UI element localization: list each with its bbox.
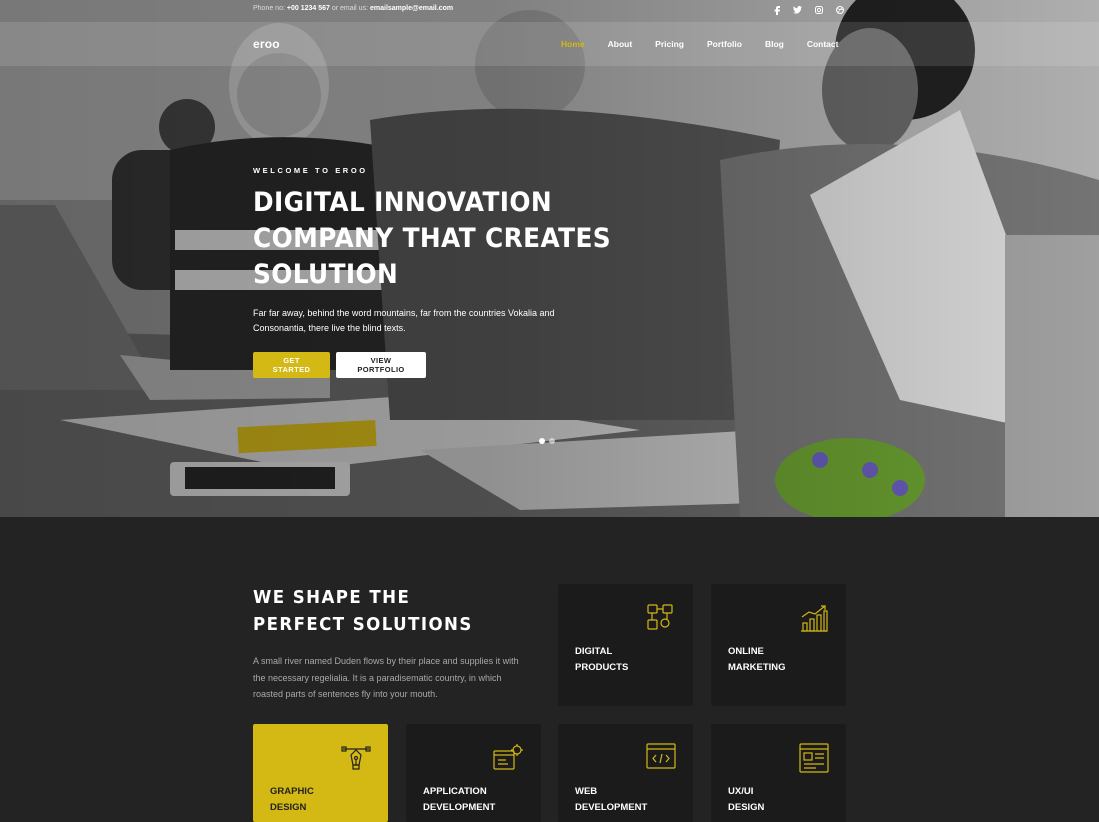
service-card-label: Web Development (575, 784, 647, 816)
service-card-application-development[interactable]: Application Development (406, 724, 541, 822)
service-card-label: Online Marketing (728, 644, 786, 676)
nav-menu: Home About Pricing Portfolio Blog Contac… (561, 39, 861, 49)
hero-section: Phone no: +00 1234 567 or email us: emai… (0, 0, 1099, 517)
services-intro: WE SHAPE THE PERFECT SOLUTIONS A small r… (253, 585, 543, 703)
card-label-line2: Development (575, 802, 648, 813)
social-links (766, 4, 850, 16)
phone-number[interactable]: +00 1234 567 (287, 5, 330, 12)
service-card-label: Application Development (423, 784, 495, 816)
email-address[interactable]: emailsample@email.com (370, 5, 453, 12)
card-label-line2: Design (728, 802, 765, 813)
view-portfolio-button[interactable]: VIEW PORTFOLIO (336, 352, 426, 378)
carousel-dot-1[interactable] (539, 438, 545, 444)
hero-buttons: GET STARTED VIEW PORTFOLIO (253, 352, 613, 378)
card-label-line1: UX/UI (728, 786, 754, 797)
services-title-line1: WE SHAPE THE (253, 588, 411, 608)
hero-headline: DIGITAL INNOVATION COMPANY THAT CREATES … (253, 187, 612, 290)
nav-item-portfolio[interactable]: Portfolio (707, 39, 742, 49)
card-label-line1: Web (575, 786, 598, 797)
card-label-line2: Marketing (728, 662, 786, 673)
services-section: WE SHAPE THE PERFECT SOLUTIONS A small r… (0, 517, 1099, 822)
service-card-digital-products[interactable]: Digital Products (558, 584, 693, 706)
instagram-icon[interactable] (808, 4, 829, 16)
phone-label: Phone no: (253, 5, 285, 12)
get-started-button[interactable]: GET STARTED (253, 352, 330, 378)
card-label-line2: Design (270, 802, 307, 813)
services-title: WE SHAPE THE PERFECT SOLUTIONS (253, 585, 529, 639)
nav-item-about[interactable]: About (608, 39, 633, 49)
nav-item-pricing[interactable]: Pricing (655, 39, 684, 49)
service-card-label: Digital Products (575, 644, 628, 676)
contact-info: Phone no: +00 1234 567 or email us: emai… (253, 5, 453, 12)
growth-chart-icon (801, 605, 828, 632)
carousel-dots (539, 438, 555, 444)
dribbble-icon[interactable] (829, 4, 850, 16)
email-label: or email us: (331, 5, 369, 12)
twitter-icon[interactable] (787, 4, 808, 16)
service-card-web-development[interactable]: Web Development (558, 724, 693, 822)
facebook-icon[interactable] (766, 4, 787, 16)
service-card-label: Graphic Design (270, 784, 314, 816)
card-label-line1: Application (423, 786, 487, 797)
services-description: A small river named Duden flows by their… (253, 656, 519, 699)
brand-logo[interactable]: eroo (253, 37, 280, 51)
pen-tool-icon (341, 746, 371, 770)
service-card-label: UX/UI Design (728, 784, 764, 816)
card-label-line1: Online (728, 646, 764, 657)
code-window-icon (646, 743, 676, 769)
carousel-dot-2[interactable] (549, 438, 555, 444)
service-card-uxui-design[interactable]: UX/UI Design (711, 724, 846, 822)
nav-item-home[interactable]: Home (561, 39, 585, 49)
main-navbar: eroo Home About Pricing Portfolio Blog C… (0, 22, 1099, 66)
service-card-online-marketing[interactable]: Online Marketing (711, 584, 846, 706)
card-label-line1: Graphic (270, 786, 314, 797)
wireframe-icon (799, 743, 829, 773)
card-label-line1: Digital (575, 646, 613, 657)
digital-products-icon (647, 604, 673, 630)
top-contact-bar: Phone no: +00 1234 567 or email us: emai… (0, 0, 1099, 20)
app-settings-icon (493, 744, 523, 770)
nav-item-blog[interactable]: Blog (765, 39, 784, 49)
hero-content: WELCOME TO EROO DIGITAL INNOVATION COMPA… (253, 166, 613, 378)
hero-kicker: WELCOME TO EROO (253, 166, 368, 175)
card-label-line2: Products (575, 662, 629, 673)
nav-item-contact[interactable]: Contact (807, 39, 839, 49)
card-label-line2: Development (423, 802, 496, 813)
service-card-graphic-design[interactable]: Graphic Design (253, 724, 388, 822)
hero-description: Far far away, behind the word mountains,… (253, 308, 555, 333)
services-title-line2: PERFECT SOLUTIONS (253, 615, 473, 635)
